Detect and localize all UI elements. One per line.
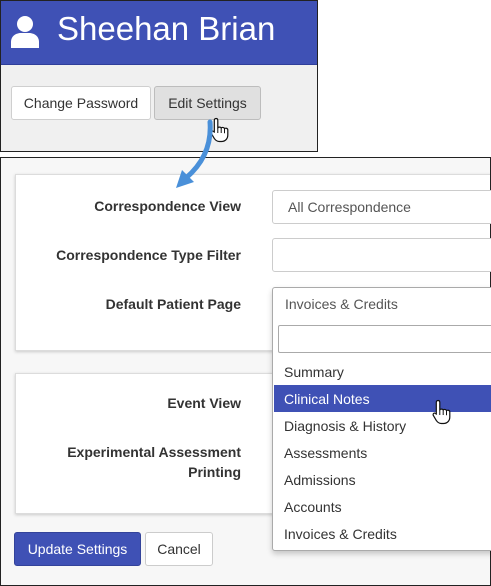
correspondence-type-filter-label: Correspondence Type Filter [56,247,241,263]
option-diagnosis-history[interactable]: Diagnosis & History [274,412,491,439]
user-header: Sheehan Brian [1,1,317,65]
user-name: Sheehan Brian [57,10,276,47]
option-clinical-notes[interactable]: Clinical Notes [274,385,491,412]
change-password-button[interactable]: Change Password [11,86,151,120]
option-accounts[interactable]: Accounts [274,493,491,520]
option-admissions[interactable]: Admissions [274,466,491,493]
option-assessments[interactable]: Assessments [274,439,491,466]
account-toolbar: Change Password Edit Settings [1,65,317,151]
dropdown-search-input[interactable] [278,325,491,353]
user-panel: Sheehan Brian Change Password Edit Setti… [0,0,318,152]
correspondence-view-select[interactable]: All Correspondence [272,190,491,224]
event-view-label: Event View [167,395,241,411]
update-settings-button[interactable]: Update Settings [14,532,141,566]
correspondence-view-value: All Correspondence [288,199,411,215]
curved-arrow-icon [172,118,218,196]
default-patient-page-value: Invoices & Credits [285,296,398,312]
default-patient-page-dropdown: Invoices & Credits Summary Clinical Note… [272,287,491,551]
cancel-button[interactable]: Cancel [145,532,213,566]
hand-cursor-icon [432,399,452,425]
default-patient-page-select[interactable]: Invoices & Credits [273,288,491,320]
option-invoices-credits[interactable]: Invoices & Credits [274,520,491,547]
default-patient-page-label: Default Patient Page [105,296,241,312]
correspondence-view-label: Correspondence View [94,198,241,214]
experimental-assessment-printing-label-line2: Printing [188,464,241,480]
option-summary[interactable]: Summary [274,358,491,385]
experimental-assessment-printing-label: Experimental Assessment Printing [1,442,241,482]
edit-settings-button[interactable]: Edit Settings [154,86,261,120]
correspondence-type-filter-input[interactable] [272,238,491,272]
user-icon [11,16,39,48]
experimental-assessment-printing-label-line1: Experimental Assessment [67,444,241,460]
